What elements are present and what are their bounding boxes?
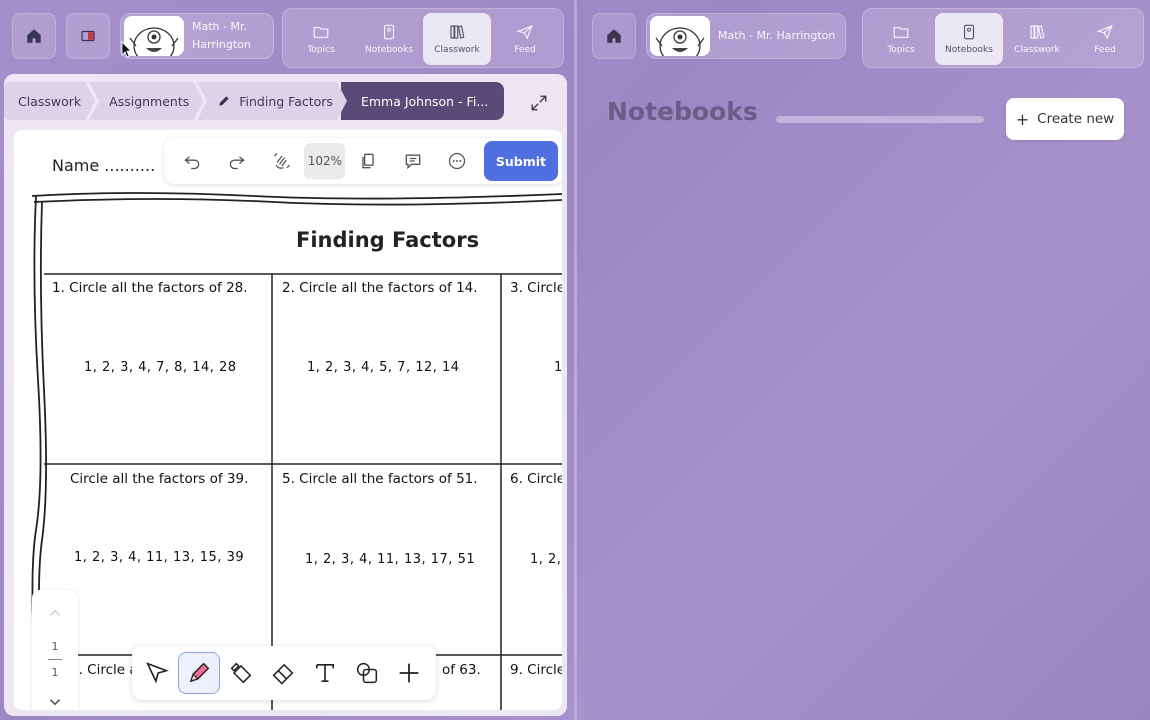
- marker-icon: [230, 662, 252, 684]
- question-8: of 63.: [442, 662, 481, 678]
- question-2: 2. Circle all the factors of 14.: [282, 280, 478, 296]
- hand-wave-icon: [274, 153, 291, 169]
- comment-icon: [405, 154, 420, 170]
- nav-notebooks[interactable]: Notebooks: [935, 13, 1003, 65]
- answer-4: 1, 2, 3, 4, 11, 13, 15, 39: [74, 550, 245, 565]
- select-tool[interactable]: [136, 652, 178, 694]
- question-3: 3. Circle: [510, 280, 562, 296]
- books-icon: [1030, 25, 1045, 39]
- current-page: 1: [51, 640, 59, 653]
- text-icon: [316, 664, 334, 682]
- answer-6: 1, 2,: [530, 552, 562, 567]
- crumb-student-submission[interactable]: Emma Johnson - Fi...: [340, 82, 505, 120]
- notebook-icon: [963, 24, 975, 40]
- undo-icon: [184, 156, 200, 170]
- copy-icon: [362, 153, 374, 169]
- worksheet-title: Finding Factors: [296, 228, 480, 252]
- right-nav: Topics Notebooks Classwork Feed: [862, 8, 1144, 68]
- expand-icon[interactable]: [530, 94, 548, 112]
- marker-tool[interactable]: [220, 652, 262, 694]
- question-6: 6. Circle: [510, 471, 562, 487]
- breadcrumb: Classwork Assignments Finding Factors Em…: [4, 82, 505, 120]
- folder-icon: [893, 26, 909, 38]
- eraser-icon: [272, 663, 294, 685]
- comment-button[interactable]: [390, 143, 435, 179]
- plus-icon: +: [1015, 109, 1030, 129]
- worksheet-border: [31, 192, 562, 710]
- redo-icon: [229, 156, 245, 170]
- chevron-up-icon[interactable]: [46, 604, 64, 622]
- nav-notebooks[interactable]: Notebooks: [355, 13, 423, 65]
- monster-avatar: [650, 16, 710, 56]
- pink-pencil-icon: [189, 662, 210, 683]
- nav-feed[interactable]: Feed: [491, 13, 559, 65]
- home-icon: [27, 29, 41, 43]
- monster-avatar: [124, 16, 184, 56]
- paper-plane-icon: [516, 25, 533, 40]
- books-icon: [450, 25, 465, 39]
- crumb-finding-factors[interactable]: Finding Factors: [197, 82, 347, 120]
- right-home-button[interactable]: [592, 13, 636, 59]
- accessibility-button[interactable]: [260, 143, 305, 179]
- page-divider: [48, 659, 62, 660]
- eraser-tool[interactable]: [262, 652, 304, 694]
- notebooks-title: Notebooks: [607, 97, 758, 126]
- assignment-panel: Classwork Assignments Finding Factors Em…: [4, 74, 567, 716]
- undo-button[interactable]: [170, 143, 215, 179]
- home-button[interactable]: [12, 13, 56, 59]
- course-selector[interactable]: Math - Mr. Harrington: [120, 13, 274, 59]
- folder-icon: [313, 26, 329, 38]
- page-navigator: 1 1: [32, 590, 78, 710]
- question-1: 1. Circle all the factors of 28.: [52, 280, 248, 296]
- answer-3: 1: [554, 360, 562, 375]
- pages-button[interactable]: [345, 143, 390, 179]
- course-name: Math - Mr. Harrington: [192, 20, 251, 51]
- exit-icon: [81, 30, 95, 42]
- plus-icon: [399, 663, 419, 683]
- nav-topics[interactable]: Topics: [867, 13, 935, 65]
- nav-topics[interactable]: Topics: [287, 13, 355, 65]
- more-options-button[interactable]: [435, 143, 480, 179]
- notebook-icon: [383, 24, 395, 40]
- title-underline: [776, 116, 984, 123]
- answer-2: 1, 2, 3, 4, 5, 7, 12, 14: [307, 360, 460, 375]
- question-9: 9. Circle: [510, 662, 562, 678]
- left-nav: Topics Notebooks Classwork Feed: [282, 8, 564, 68]
- redo-button[interactable]: [215, 143, 260, 179]
- answer-1: 1, 2, 3, 4, 7, 8, 14, 28: [84, 360, 237, 375]
- question-4: Circle all the factors of 39.: [70, 471, 249, 487]
- right-course-selector[interactable]: Math - Mr. Harrington: [646, 13, 846, 59]
- paper-plane-icon: [1096, 25, 1113, 40]
- annotation-toolbar: 102% Submit: [164, 138, 562, 184]
- zoom-level[interactable]: 102%: [304, 143, 346, 179]
- exit-button[interactable]: [66, 13, 110, 59]
- more-icon: [449, 152, 466, 170]
- answer-5: 1, 2, 3, 4, 11, 13, 17, 51: [305, 552, 476, 567]
- mouse-cursor-icon: [121, 41, 132, 58]
- shapes-tool[interactable]: [346, 652, 388, 694]
- pencil-tool[interactable]: [178, 652, 220, 694]
- nav-feed[interactable]: Feed: [1071, 13, 1139, 65]
- worksheet-canvas[interactable]: Name .......... e Finding Factors 1. Cir…: [14, 130, 562, 710]
- home-icon: [607, 29, 621, 43]
- crumb-classwork[interactable]: Classwork: [4, 82, 95, 120]
- pencil-icon: [217, 94, 231, 108]
- chevron-down-icon[interactable]: [46, 693, 64, 710]
- question-5: 5. Circle all the factors of 51.: [282, 471, 478, 487]
- total-pages: 1: [51, 666, 59, 679]
- shapes-icon: [356, 662, 378, 684]
- drawing-toolbar: [132, 646, 436, 700]
- submit-button[interactable]: Submit: [483, 141, 559, 181]
- create-new-button[interactable]: + Create new: [1006, 98, 1124, 140]
- nav-classwork[interactable]: Classwork: [423, 13, 491, 65]
- pointer-icon: [146, 662, 169, 684]
- nav-classwork[interactable]: Classwork: [1003, 13, 1071, 65]
- text-tool[interactable]: [304, 652, 346, 694]
- course-name: Math - Mr. Harrington: [718, 29, 836, 43]
- split-divider[interactable]: [574, 0, 577, 720]
- add-tool[interactable]: [388, 652, 430, 694]
- crumb-assignments[interactable]: Assignments: [89, 82, 203, 120]
